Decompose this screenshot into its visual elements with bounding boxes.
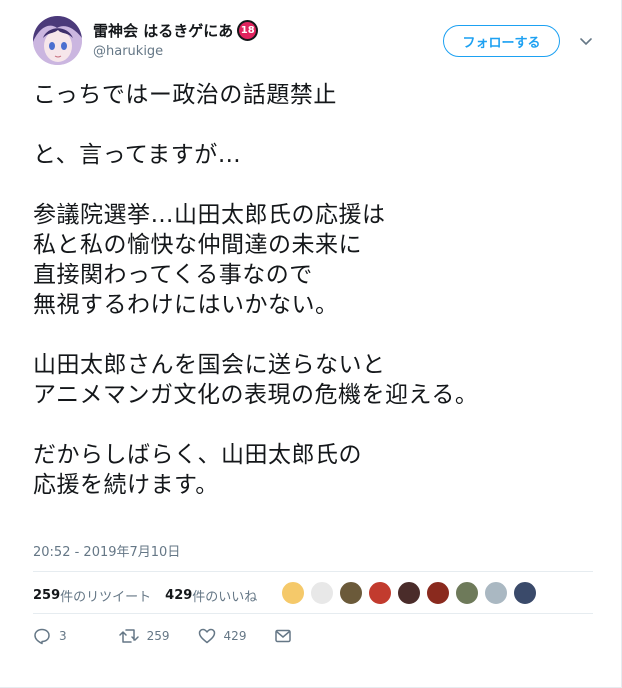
tweet-timestamp[interactable]: 20:52 - 2019年7月10日	[33, 541, 180, 560]
tweet-card: 雷神会 はるきゲにあ 18 @harukige フォローする こっちではー政治の…	[0, 0, 622, 688]
tweet-line: だからしばらく、山田太郎氏の	[33, 442, 362, 468]
display-name[interactable]: 雷神会 はるきゲにあ	[93, 20, 233, 41]
tweet-line	[33, 110, 593, 140]
avatar-5[interactable]	[397, 581, 421, 605]
tweet-line: 応援を続けます。	[33, 472, 219, 498]
avatar-8[interactable]	[484, 581, 508, 605]
heart-icon	[198, 628, 215, 644]
chevron-down-icon[interactable]	[577, 32, 595, 50]
reply-icon	[34, 628, 50, 645]
tweet-line	[33, 320, 593, 350]
avatar-1[interactable]	[281, 581, 305, 605]
retweet-button[interactable]: 259	[118, 627, 170, 645]
engagement-stats: 259 件のリツイート 429 件のいいね	[33, 586, 257, 605]
name-row: 雷神会 はるきゲにあ 18	[93, 20, 259, 41]
retweets-label[interactable]: 件のリツイート	[60, 586, 151, 605]
tweet-line: 私と私の愉快な仲間達の未来に	[33, 232, 362, 258]
tweet-line	[33, 410, 593, 440]
tweet-line: と、言ってますが…	[33, 142, 242, 168]
age-18-icon: 18	[237, 20, 259, 41]
tweet-text: こっちではー政治の話題禁止 と、言ってますが… 参議院選挙…山田太郎氏の応援は …	[33, 80, 593, 500]
reply-count: 3	[59, 629, 67, 643]
avatar-3[interactable]	[339, 581, 363, 605]
retweet-icon	[118, 629, 139, 643]
envelope-icon	[275, 629, 292, 643]
likes-count[interactable]: 429	[165, 588, 192, 603]
avatar-6[interactable]	[426, 581, 450, 605]
follow-button[interactable]: フォローする	[443, 25, 560, 57]
user-handle[interactable]: @harukige	[93, 44, 163, 59]
tweet-line: 参議院選挙…山田太郎氏の応援は	[33, 202, 386, 228]
liker-avatars	[281, 581, 542, 605]
retweets-count[interactable]: 259	[33, 588, 60, 603]
divider	[33, 571, 593, 572]
avatar-7[interactable]	[455, 581, 479, 605]
reply-button[interactable]: 3	[33, 627, 67, 645]
avatar-9[interactable]	[513, 581, 537, 605]
like-count: 429	[223, 629, 247, 643]
tweet-line	[33, 170, 593, 200]
likes-label[interactable]: 件のいいね	[192, 586, 257, 605]
tweet-line: こっちではー政治の話題禁止	[33, 82, 337, 108]
direct-message-button[interactable]	[274, 627, 300, 645]
divider	[33, 613, 593, 614]
tweet-line: 無視するわけにはいかない。	[33, 292, 339, 318]
avatar-4[interactable]	[368, 581, 392, 605]
retweet-count: 259	[146, 629, 170, 643]
tweet-actions: 3 259 429	[33, 627, 328, 645]
tweet-line: 直接関わってくる事なので	[33, 262, 313, 288]
tweet-line: アニメマンガ文化の表現の危機を迎える。	[33, 382, 479, 408]
avatar-2[interactable]	[310, 581, 334, 605]
avatar[interactable]	[33, 16, 82, 65]
like-button[interactable]: 429	[198, 627, 247, 645]
tweet-line: 山田太郎さんを国会に送らないと	[33, 352, 386, 378]
